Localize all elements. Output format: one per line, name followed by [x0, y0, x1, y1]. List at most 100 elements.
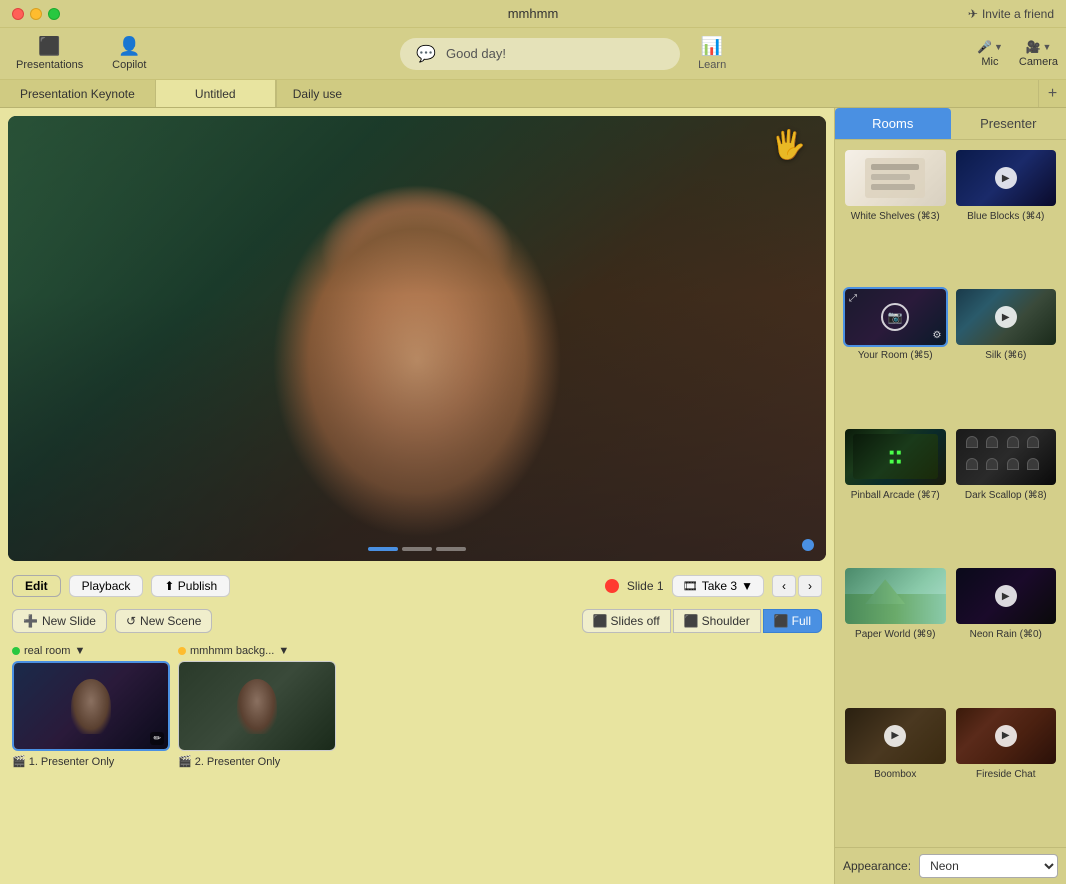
thumb-2-bg [179, 662, 335, 750]
new-slide-button[interactable]: ➕ New Slide [12, 609, 107, 633]
camera-icon: 🎥 [1026, 40, 1041, 54]
nav-arrows: ‹ › [772, 575, 822, 597]
tab-presentation-keynote[interactable]: Presentation Keynote [0, 80, 156, 107]
film-icon: 🎞 [683, 579, 698, 593]
room-bg-neon-rain: ▶ [956, 568, 1057, 624]
tab-daily-use[interactable]: Daily use [276, 80, 1038, 107]
presentations-label: Presentations [16, 59, 83, 71]
thumb-1-box[interactable]: ✏ [12, 661, 170, 751]
publish-button[interactable]: ⬆ Publish [151, 575, 230, 597]
new-scene-icon: ↺ [126, 614, 136, 628]
room-thumb-neon-rain[interactable]: ▶ [954, 566, 1059, 626]
thumbnail-2[interactable]: mmhmm backg... ▼ 🎬 2. Presenter Only [178, 645, 336, 768]
room-bg-dark-scallop [956, 429, 1057, 485]
room-your-room[interactable]: 📷 ⚙ ⤢ Your Room (⌘5) [843, 287, 948, 420]
shoulder-button[interactable]: ⬛ Shoulder [673, 609, 761, 633]
room-silk[interactable]: ▶ Silk (⌘6) [954, 287, 1059, 420]
presentations-button[interactable]: ⬛ Presentations [8, 32, 91, 75]
rooms-grid: White Shelves (⌘3) ▶ Blue Blocks (⌘4) 📷 [835, 140, 1066, 847]
progress-dot-3 [436, 547, 466, 551]
room-neon-rain[interactable]: ▶ Neon Rain (⌘0) [954, 566, 1059, 699]
room-white-shelves[interactable]: White Shelves (⌘3) [843, 148, 948, 281]
toolbar: ⬛ Presentations 👤 Copilot 💬 Good day! 📊 … [0, 28, 1066, 80]
room-fireside-chat[interactable]: ▶ Fireside Chat [954, 706, 1059, 839]
mic-dropdown-arrow: ▼ [994, 42, 1003, 52]
traffic-lights [12, 8, 60, 20]
room-thumb-boombox[interactable]: ▶ [843, 706, 948, 766]
take-button[interactable]: 🎞 Take 3 ▼ [672, 575, 764, 597]
blue-dot-indicator [802, 539, 814, 551]
add-tab-button[interactable]: + [1038, 80, 1066, 107]
room-dark-scallop[interactable]: Dark Scallop (⌘8) [954, 427, 1059, 560]
thumb-2-dot [178, 647, 186, 655]
full-icon: ⬛ [774, 614, 789, 628]
room-label-fireside-chat: Fireside Chat [954, 769, 1059, 780]
room-paper-world[interactable]: Paper World (⌘9) [843, 566, 948, 699]
close-button[interactable] [12, 8, 24, 20]
camera-dropdown-arrow: ▼ [1042, 42, 1051, 52]
minimize-button[interactable] [30, 8, 42, 20]
room-bg-your-room: 📷 ⚙ ⤢ [845, 289, 946, 345]
film-icon-2: 🎬 [178, 755, 192, 768]
appearance-select[interactable]: Neon Natural Dramatic [919, 854, 1058, 878]
thumbnail-1[interactable]: real room ▼ ✏ 🎬 1. Presenter Only [12, 645, 170, 768]
room-bg-paper-world [845, 568, 946, 624]
mic-icon: 🎤 [977, 40, 992, 54]
right-panel: Rooms Presenter [834, 108, 1066, 884]
room-bg-silk: ▶ [956, 289, 1057, 345]
room-thumb-white-shelves[interactable] [843, 148, 948, 208]
learn-icon: 📊 [701, 36, 723, 57]
thumb-1-label: 🎬 1. Presenter Only [12, 755, 170, 768]
edit-button[interactable]: Edit [12, 575, 61, 597]
next-slide-button[interactable]: › [798, 575, 822, 597]
invite-friend-button[interactable]: ✈ Invite a friend [968, 7, 1054, 21]
room-thumb-pinball[interactable]: ■ ■■ ■ [843, 427, 948, 487]
titlebar-right: ✈ Invite a friend [968, 7, 1054, 21]
thumb-1-person [71, 679, 111, 734]
room-thumb-your-room[interactable]: 📷 ⚙ ⤢ [843, 287, 948, 347]
thumb-2-arrow: ▼ [278, 645, 289, 657]
presenter-tab[interactable]: Presenter [951, 108, 1066, 139]
play-icon-boombox: ▶ [884, 725, 906, 747]
room-pinball-arcade[interactable]: ■ ■■ ■ Pinball Arcade (⌘7) [843, 427, 948, 560]
room-thumb-dark-scallop[interactable] [954, 427, 1059, 487]
room-boombox[interactable]: ▶ Boombox [843, 706, 948, 839]
rp-tabs: Rooms Presenter [835, 108, 1066, 140]
paper-plane-icon: ✈ [968, 7, 978, 21]
thumb-2-box[interactable] [178, 661, 336, 751]
titlebar: mmhmm ✈ Invite a friend [0, 0, 1066, 28]
chat-bar[interactable]: 💬 Good day! [400, 38, 680, 70]
thumb-1-arrow: ▼ [74, 645, 85, 657]
copilot-icon: 👤 [118, 36, 140, 57]
room-thumb-fireside-chat[interactable]: ▶ [954, 706, 1059, 766]
hand-raise-icon: 🖐 [771, 128, 806, 161]
thumb-2-room: mmhmm backg... [190, 645, 274, 657]
settings-icon: ⚙ [933, 330, 942, 341]
playback-button[interactable]: Playback [69, 575, 144, 597]
room-blue-blocks[interactable]: ▶ Blue Blocks (⌘4) [954, 148, 1059, 281]
camera-button[interactable]: 🎥 ▼ Camera [1019, 40, 1058, 68]
rooms-tab[interactable]: Rooms [835, 108, 951, 139]
learn-button[interactable]: 📊 Learn [688, 32, 736, 75]
room-bg-blue-blocks: ▶ [956, 150, 1057, 206]
take-dropdown-arrow: ▼ [741, 579, 753, 593]
mic-button[interactable]: 🎤 ▼ Mic [977, 40, 1003, 68]
toolbar-center: 💬 Good day! 📊 Learn [167, 32, 969, 75]
progress-dot-1 [368, 547, 398, 551]
copilot-button[interactable]: 👤 Copilot [99, 32, 159, 75]
room-thumb-silk[interactable]: ▶ [954, 287, 1059, 347]
thumb-2-header: mmhmm backg... ▼ [178, 645, 336, 657]
prev-slide-button[interactable]: ‹ [772, 575, 796, 597]
slides-off-button[interactable]: ⬛ Slides off [582, 609, 671, 633]
new-scene-button[interactable]: ↺ New Scene [115, 609, 212, 633]
view-buttons: ⬛ Slides off ⬛ Shoulder ⬛ Full [582, 609, 822, 633]
full-button[interactable]: ⬛ Full [763, 609, 822, 633]
room-thumb-blue-blocks[interactable]: ▶ [954, 148, 1059, 208]
room-thumb-paper-world[interactable] [843, 566, 948, 626]
fullscreen-button[interactable] [48, 8, 60, 20]
tab-untitled[interactable]: Untitled [156, 80, 276, 107]
copilot-label: Copilot [112, 59, 146, 71]
appearance-label: Appearance: [843, 859, 911, 873]
app-title: mmhmm [508, 6, 559, 21]
room-label-boombox: Boombox [843, 769, 948, 780]
